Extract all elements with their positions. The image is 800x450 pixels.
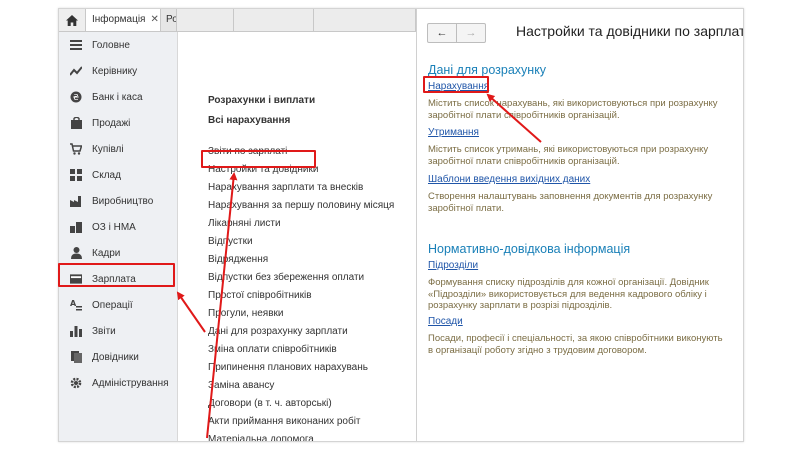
home-icon: [66, 14, 78, 26]
back-button[interactable]: ←: [428, 24, 456, 42]
section-menu-panel: Розрахунки і виплати Всі нарахування Зві…: [178, 32, 416, 441]
menu-link[interactable]: Дані для розрахунку зарплати: [208, 326, 348, 337]
section-title: Нормативно-довідкова інформація: [428, 242, 631, 256]
coin-icon: ₴: [70, 91, 82, 103]
sidebar-item-fixed-assets[interactable]: ОЗ і НМА: [59, 216, 177, 238]
sidebar-item-label: Банк і каса: [92, 91, 143, 103]
menu-link[interactable]: Відпустки без збереження оплати: [208, 272, 364, 283]
sidebar-item-label: Адміністрування: [92, 377, 169, 389]
section-title: Дані для розрахунку: [428, 63, 547, 77]
menu-link[interactable]: Лікарняні листи: [208, 218, 281, 229]
menu-link[interactable]: Відпустки: [208, 236, 253, 247]
app-window: Інформація ✕ Ро Головне Керівнику ₴ Банк …: [58, 8, 744, 442]
sidebar-item-label: Звіти: [92, 325, 116, 337]
sidebar-item-production[interactable]: Виробництво: [59, 190, 177, 212]
arrow-right-icon: →: [465, 27, 477, 39]
factory-icon: [70, 195, 82, 207]
link-description: Містить список утримань, які використову…: [428, 144, 709, 167]
link-deductions[interactable]: Утримання: [428, 127, 479, 138]
sidebar-item-warehouse[interactable]: Склад: [59, 164, 177, 186]
menu-link[interactable]: Зміна оплати співробітників: [208, 344, 337, 355]
menu-link[interactable]: Нарахування зарплати та внесків: [208, 182, 363, 193]
sidebar-item-reports[interactable]: Звіти: [59, 320, 177, 342]
arrow-left-icon: ←: [436, 27, 448, 39]
operations-icon: A: [70, 299, 82, 311]
warehouse-grid-icon: [70, 169, 82, 181]
menu-link[interactable]: Простої співробітників: [208, 290, 312, 301]
menu-link[interactable]: Нарахування за першу половину місяця: [208, 200, 394, 211]
page-title: Настройки та довідники по зарплаті: [516, 23, 744, 39]
sidebar-item-label: Кадри: [92, 247, 121, 259]
highlight-settings: [201, 150, 316, 168]
menu-link[interactable]: Акти приймання виконаних робіт: [208, 416, 361, 427]
sidebar-item-label: Виробництво: [92, 195, 154, 207]
svg-text:₴: ₴: [73, 93, 79, 102]
sidebar-item-label: Продажі: [92, 117, 131, 129]
tab-bar: Інформація ✕ Ро: [59, 9, 416, 32]
person-icon: [70, 247, 82, 259]
cart-icon: [70, 143, 82, 155]
menu-link[interactable]: Матеріальна допомога: [208, 434, 314, 441]
link-description: Формування списку підрозділів для кожної…: [428, 277, 709, 311]
settings-panel: ← → Настройки та довідники по зарплаті Д…: [416, 9, 744, 441]
sidebar-item-label: Довідники: [92, 351, 139, 363]
menu-lines-icon: [70, 39, 82, 51]
assets-icon: [70, 221, 82, 233]
tab-information[interactable]: Інформація ✕: [86, 9, 161, 31]
sidebar-item-home[interactable]: Головне: [59, 34, 177, 56]
section-heading[interactable]: Всі нарахування: [208, 115, 290, 126]
link-departments[interactable]: Підрозділи: [428, 260, 478, 271]
sidebar-item-sales[interactable]: Продажі: [59, 112, 177, 134]
menu-link[interactable]: Прогули, неявки: [208, 308, 284, 319]
sidebar-item-administration[interactable]: Адміністрування: [59, 372, 177, 394]
sidebar-item-bank[interactable]: ₴ Банк і каса: [59, 86, 177, 108]
tab-label: Ро: [166, 14, 177, 25]
sidebar-item-label: Головне: [92, 39, 130, 51]
section-heading: Розрахунки і виплати: [208, 95, 316, 106]
link-positions[interactable]: Посади: [428, 316, 463, 327]
highlight-accruals: [423, 76, 489, 93]
gear-icon: [70, 377, 82, 389]
link-templates[interactable]: Шаблони введення вихідних даних: [428, 174, 590, 185]
bar-chart-icon: [70, 325, 82, 337]
sidebar-item-label: Купівлі: [92, 143, 124, 155]
sidebar: Головне Керівнику ₴ Банк і каса Продажі …: [59, 32, 178, 441]
close-icon[interactable]: ✕: [150, 14, 158, 25]
menu-link[interactable]: Договори (в т. ч. авторські): [208, 398, 332, 409]
books-icon: [70, 351, 82, 363]
sidebar-item-label: Керівнику: [92, 65, 138, 77]
tab-hidden[interactable]: [234, 9, 314, 31]
sidebar-item-directories[interactable]: Довідники: [59, 346, 177, 368]
menu-link[interactable]: Припинення планових нарахувань: [208, 362, 368, 373]
link-description: Посади, професії і спеціальності, за яко…: [428, 333, 723, 356]
shopping-bag-icon: [70, 117, 82, 129]
sidebar-item-manager[interactable]: Керівнику: [59, 60, 177, 82]
menu-link[interactable]: Відрядження: [208, 254, 268, 265]
history-nav: ← →: [427, 23, 486, 43]
sidebar-item-label: ОЗ і НМА: [92, 221, 136, 233]
link-description: Містить список нарахувань, які використо…: [428, 98, 718, 121]
forward-button[interactable]: →: [457, 24, 485, 42]
trend-chart-icon: [70, 65, 82, 77]
sidebar-item-operations[interactable]: A Операції: [59, 294, 177, 316]
menu-link[interactable]: Заміна авансу: [208, 380, 274, 391]
sidebar-item-label: Операції: [92, 299, 133, 311]
sidebar-item-purchases[interactable]: Купівлі: [59, 138, 177, 160]
sidebar-item-label: Склад: [92, 169, 121, 181]
highlight-salary: [58, 263, 175, 287]
svg-text:A: A: [70, 299, 77, 308]
sidebar-item-personnel[interactable]: Кадри: [59, 242, 177, 264]
tab-label: Інформація: [92, 14, 146, 25]
home-button[interactable]: [59, 9, 86, 31]
tab-partial[interactable]: Ро: [161, 9, 177, 31]
tab-hidden[interactable]: [177, 9, 234, 31]
link-description: Створення налаштувань заповнення докумен…: [428, 191, 713, 214]
tab-hidden[interactable]: [314, 9, 416, 31]
